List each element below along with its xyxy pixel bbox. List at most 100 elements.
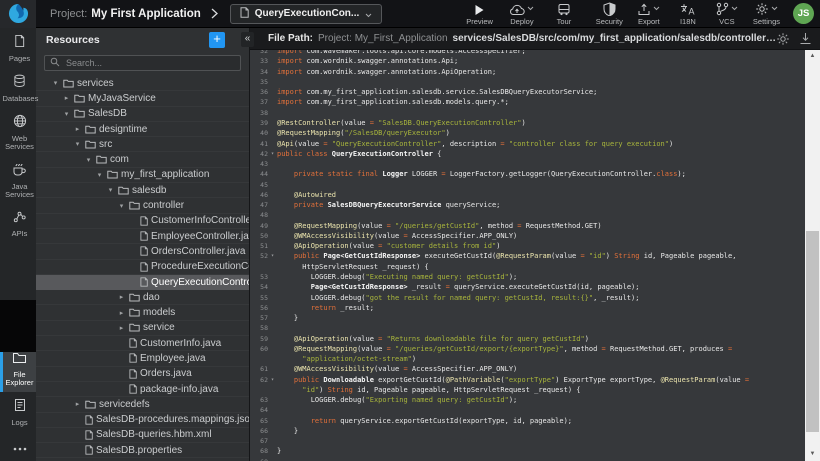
folder-open-arrow-icon[interactable]: ▾ <box>95 171 104 179</box>
tree-item[interactable]: ▸MyJavaService <box>36 91 249 106</box>
tree-item[interactable]: SalesDB-procedures.mappings.json <box>36 413 249 428</box>
header-action-security[interactable]: Security <box>596 2 623 26</box>
tree-file-icon <box>85 415 93 425</box>
coffee-icon <box>12 162 27 181</box>
code-text: } <box>277 447 805 455</box>
code-text: import com.wavemaker.tools.api.core.mode… <box>277 50 805 55</box>
tree-item-label: package-info.java <box>140 384 218 395</box>
scrollbar-thumb[interactable] <box>806 231 819 432</box>
scroll-down-arrow[interactable]: ▼ <box>805 448 820 461</box>
scroll-up-arrow[interactable]: ▲ <box>805 50 820 63</box>
search-input[interactable] <box>64 57 235 69</box>
tree-item[interactable]: ▾ my_first_application <box>36 168 249 183</box>
header-action-export[interactable]: Export <box>636 2 662 26</box>
tree-item[interactable]: ▸designtime <box>36 122 249 137</box>
line-number: 60 <box>251 345 268 353</box>
folder-open-arrow-icon[interactable]: ▾ <box>51 79 60 87</box>
tree-item[interactable]: SalesDB-queries.hbm.xml <box>36 428 249 443</box>
header-action-tour[interactable]: Tour <box>551 2 577 26</box>
header-action-preview[interactable]: Preview <box>466 2 493 26</box>
folder-closed-arrow-icon[interactable]: ▸ <box>62 94 71 102</box>
folder-closed-arrow-icon[interactable]: ▸ <box>117 293 126 301</box>
collapse-panel-button[interactable]: « <box>241 32 254 47</box>
code-fold-arrow-icon[interactable]: ▾ <box>268 377 277 383</box>
code-fold-arrow-icon[interactable]: ▾ <box>268 151 277 157</box>
folder-closed-arrow-icon[interactable]: ▸ <box>117 324 126 332</box>
tree-item[interactable]: SalesDB.properties <box>36 443 249 458</box>
tree-item[interactable]: ▾services <box>36 76 249 91</box>
folder-open-arrow-icon[interactable]: ▾ <box>73 140 82 148</box>
tree-item[interactable]: ProcedureExecutionController.java <box>36 260 249 275</box>
code-text: } <box>277 427 805 435</box>
tree-item[interactable]: package-info.java <box>36 382 249 397</box>
sidebar-item-java-services[interactable]: Java Services <box>0 156 36 204</box>
line-number: 58 <box>251 324 268 332</box>
code-lines: 32import com.wavemaker.tools.api.core.mo… <box>251 50 805 461</box>
tree-item[interactable]: ▾com <box>36 152 249 167</box>
folder-closed-arrow-icon[interactable]: ▸ <box>117 309 126 317</box>
branch-icon <box>716 2 738 16</box>
header-actions-left: Preview Deploy Tour <box>466 2 577 26</box>
code-line: 34import com.wordnik.swagger.annotations… <box>251 67 805 77</box>
more-icon <box>13 438 27 456</box>
open-file-tab[interactable]: QueryExecutionCon... <box>230 4 382 24</box>
line-number: 40 <box>251 129 268 137</box>
tree-item[interactable]: ▾src <box>36 137 249 152</box>
add-resource-button[interactable]: + <box>209 32 225 48</box>
line-number: 34 <box>251 68 268 76</box>
code-line: 47 private SalesDBQueryExecutorService q… <box>251 200 805 210</box>
tree-item[interactable]: EmployeeController.java <box>36 229 249 244</box>
download-file-icon[interactable] <box>799 32 812 45</box>
folder-closed-arrow-icon[interactable]: ▸ <box>73 400 82 408</box>
tree-item[interactable]: ▸models <box>36 305 249 320</box>
tree-item[interactable]: Employee.java <box>36 351 249 366</box>
tree-folder-icon <box>63 79 74 88</box>
tree-folder-icon <box>85 125 96 134</box>
tree-item[interactable]: Orders.java <box>36 367 249 382</box>
code-text: @RestController(value = "SalesDB.QueryEx… <box>277 119 805 127</box>
folder-open-arrow-icon[interactable]: ▾ <box>62 110 71 118</box>
caret-down-icon <box>365 5 372 23</box>
tree-item-label: my_first_application <box>121 169 209 180</box>
editor-settings-gear-icon[interactable] <box>776 32 790 46</box>
user-avatar[interactable]: JS <box>793 3 814 24</box>
sidebar-item-web-services[interactable]: Web Services <box>0 108 36 156</box>
tree-file-icon <box>129 384 137 394</box>
folder-closed-arrow-icon[interactable]: ▸ <box>73 125 82 133</box>
sidebar-item-logs[interactable]: Logs <box>0 392 36 432</box>
tree-item[interactable]: CustomerInfo.java <box>36 336 249 351</box>
header-action-deploy[interactable]: Deploy <box>509 2 535 26</box>
code-line: 52▾ public Page<GetCustIdResponse> execu… <box>251 251 805 261</box>
tree-item[interactable]: ▸service <box>36 321 249 336</box>
folder-open-arrow-icon[interactable]: ▾ <box>106 186 115 194</box>
code-text: LOGGER.debug("Executing named query: get… <box>277 273 805 281</box>
code-editor[interactable]: 32import com.wavemaker.tools.api.core.mo… <box>251 50 805 461</box>
tree-item[interactable]: CustomerInfoController.java <box>36 214 249 229</box>
tree-item[interactable]: ▸servicedefs <box>36 397 249 412</box>
sidebar-item-databases[interactable]: Databases <box>0 68 36 108</box>
caret-down-icon <box>527 0 534 16</box>
header-action-vcs[interactable]: VCS <box>714 2 740 26</box>
tree-item-label: CustomerInfo.java <box>140 338 221 349</box>
tree-item[interactable]: OrdersController.java <box>36 244 249 259</box>
code-fold-arrow-icon[interactable]: ▾ <box>268 253 277 259</box>
editor-scrollbar[interactable]: ▲ ▼ <box>805 50 820 461</box>
tree-item[interactable]: ▸dao <box>36 290 249 305</box>
sidebar-item-more[interactable] <box>0 432 36 461</box>
header-action-i18n[interactable]: AI18N <box>675 2 701 26</box>
sidebar-item-pages[interactable]: Pages <box>0 28 36 68</box>
code-line: 54 Page<GetCustIdResponse> _result = que… <box>251 282 805 292</box>
sidebar-item-apis[interactable]: APIs <box>0 204 36 243</box>
tree-item[interactable]: ▾salesdb <box>36 183 249 198</box>
code-line: 48 <box>251 210 805 220</box>
tree-item[interactable]: QueryExecutionController.java <box>36 275 249 290</box>
folder-open-arrow-icon[interactable]: ▾ <box>117 202 126 210</box>
folder-open-arrow-icon[interactable]: ▾ <box>84 156 93 164</box>
sidebar-item-file-explorer[interactable]: File Explorer <box>0 345 36 392</box>
tree-item[interactable]: ▾SalesDB <box>36 107 249 122</box>
wavemaker-logo[interactable] <box>0 0 36 28</box>
tree-item[interactable]: ▾controller <box>36 198 249 213</box>
header-action-settings[interactable]: Settings <box>753 2 780 26</box>
tree-item-label: Orders.java <box>140 368 192 379</box>
database-icon <box>13 74 26 93</box>
